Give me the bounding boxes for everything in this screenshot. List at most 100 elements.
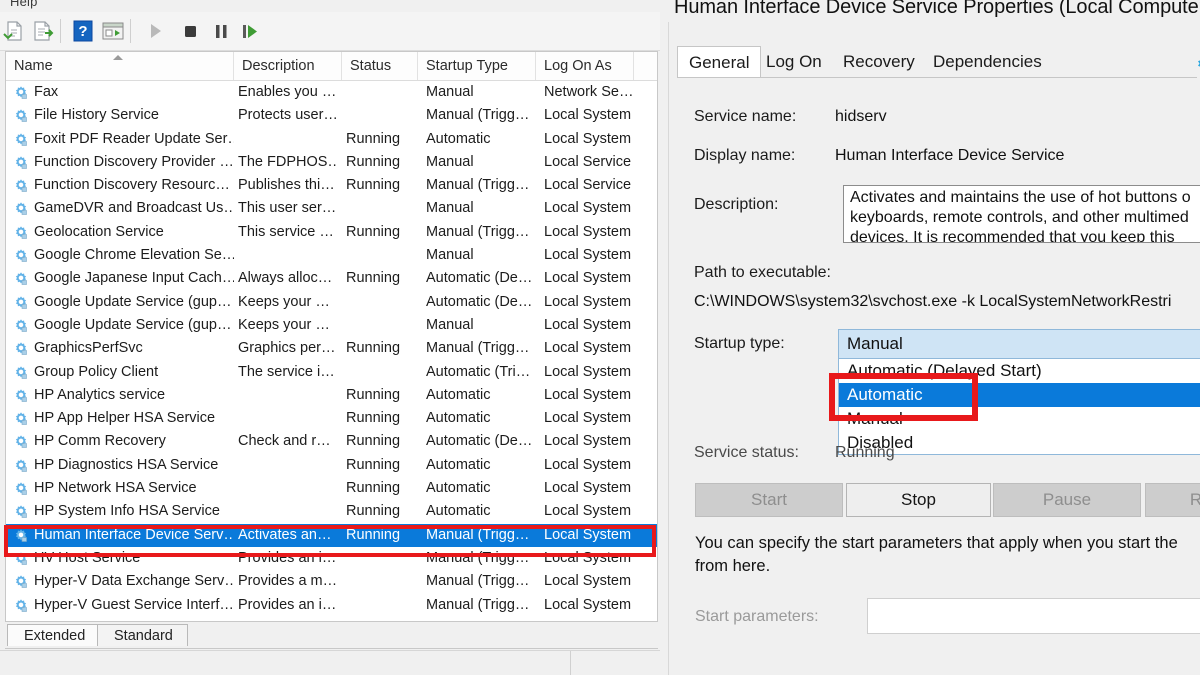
column-header-description[interactable]: Description (234, 52, 342, 80)
tab-recovery[interactable]: Recovery (832, 46, 926, 78)
cell-name: Fax (34, 84, 59, 100)
cell-startup-type: Manual (Trigg… (426, 340, 530, 357)
cell-status (346, 291, 418, 314)
tab-dependencies[interactable]: Dependencies (922, 46, 1053, 78)
tab-log-on[interactable]: Log On (755, 46, 833, 78)
cell-status (346, 104, 418, 127)
table-row[interactable]: HV Host Service Provides an i… Manual (Tri… (6, 547, 657, 570)
help-text-line-2: from here. (695, 557, 771, 575)
cell-description (238, 384, 338, 407)
service-name-label: Service name: (694, 108, 797, 125)
view-tab-strip: Extended Standard (5, 622, 658, 649)
startup-type-combobox[interactable]: Manual (838, 329, 1200, 359)
services-row-container: Fax Enables you … Manual Network Se… File H… (6, 81, 657, 617)
cell-description: Provides an i… (238, 549, 337, 566)
status-bar (0, 650, 660, 675)
cell-description: Protects user… (238, 107, 338, 124)
cell-status (346, 197, 418, 220)
cell-startup-type: Automatic (426, 480, 491, 497)
start-button[interactable]: Start (695, 483, 843, 517)
status-bar-segment-right (570, 651, 660, 675)
start-service-icon[interactable] (142, 18, 168, 44)
table-row[interactable]: HP Analytics service Running Automatic Loca… (6, 384, 657, 407)
table-row[interactable]: Geolocation Service This service … Running… (6, 221, 657, 244)
table-row[interactable]: GameDVR and Broadcast Us… This user ser… M… (6, 197, 657, 220)
startup-type-selected-value: Manual (847, 334, 903, 353)
table-row[interactable]: Google Chrome Elevation Se… Manual Local S… (6, 244, 657, 267)
tab-underline (677, 77, 1197, 78)
table-row[interactable]: Function Discovery Provider … The FDPHOS…… (6, 151, 657, 174)
table-row[interactable]: Google Update Service (gup… Keeps your … M… (6, 314, 657, 337)
pause-button[interactable]: Pause (993, 483, 1141, 517)
table-row[interactable]: Hyper-V Data Exchange Serv… Provides a m…… (6, 570, 657, 593)
display-name-value: Human Interface Device Service (835, 147, 1065, 164)
dropdown-option-manual[interactable]: Manual (839, 407, 1200, 431)
table-row[interactable]: Hyper-V Guest Service Interf… Provides an… (6, 594, 657, 617)
cell-startup-type: Manual (426, 84, 474, 100)
startup-type-dropdown-list[interactable]: Automatic (Delayed Start) Automatic Manu… (838, 359, 1200, 455)
service-gear-icon (13, 132, 29, 148)
cell-name: HV Host Service (34, 549, 141, 566)
cell-log-on-as: Local Service (544, 177, 632, 194)
cell-name: GraphicsPerfSvc (34, 340, 143, 357)
cell-status: Running (346, 153, 401, 170)
dropdown-option-automatic[interactable]: Automatic (839, 383, 1200, 407)
cell-log-on-as: Local System (544, 363, 632, 380)
cell-startup-type: Automatic (De… (426, 270, 533, 287)
table-row[interactable]: Google Japanese Input Cach… Always alloc…… (6, 267, 657, 290)
table-row[interactable]: Google Update Service (gup… Keeps your … A… (6, 291, 657, 314)
gear-icon (1194, 52, 1200, 74)
dropdown-option-automatic-delayed-start[interactable]: Automatic (Delayed Start) (839, 359, 1200, 383)
restart-button[interactable]: Res (1145, 483, 1200, 517)
cell-name: Google Japanese Input Cach… (34, 270, 234, 287)
table-row[interactable]: Fax Enables you … Manual Network Se… (6, 81, 657, 104)
pause-service-icon[interactable] (208, 18, 234, 44)
cell-name: Google Update Service (gup… (34, 293, 232, 310)
table-row[interactable]: HP Comm Recovery Check and r… Running Autom… (6, 430, 657, 453)
table-row[interactable]: File History Service Protects user… Manual… (6, 104, 657, 127)
cell-startup-type: Automatic (Tri… (426, 363, 531, 380)
table-row[interactable]: HP System Info HSA Service Running Automat… (6, 500, 657, 523)
column-header-log-on-as[interactable]: Log On As (536, 52, 634, 80)
tab-standard[interactable]: Standard (97, 624, 188, 646)
service-gear-icon (13, 411, 29, 427)
stop-button[interactable]: Stop (846, 483, 991, 517)
table-row[interactable]: Foxit PDF Reader Update Ser… Running Autom… (6, 128, 657, 151)
sort-ascending-icon (113, 55, 123, 60)
service-gear-icon (13, 434, 29, 450)
cell-name: HP Network HSA Service (34, 480, 197, 497)
cell-description: This service … (238, 223, 334, 240)
display-name-label: Display name: (694, 147, 796, 164)
column-header-status[interactable]: Status (342, 52, 418, 80)
help-icon[interactable]: ? (70, 18, 96, 44)
cell-description: Provides a m… (238, 573, 338, 590)
cell-log-on-as: Local System (544, 293, 632, 310)
cell-startup-type: Automatic (426, 456, 491, 473)
export-file-icon[interactable] (30, 18, 56, 44)
cell-name: Geolocation Service (34, 223, 164, 240)
stop-service-icon[interactable] (177, 18, 203, 44)
column-header-startup-type[interactable]: Startup Type (418, 52, 536, 80)
tab-extended[interactable]: Extended (7, 624, 101, 646)
table-row[interactable]: HP Network HSA Service Running Automatic Lo… (6, 477, 657, 500)
restart-service-icon[interactable] (236, 18, 262, 44)
cell-description: Graphics per… (238, 340, 336, 357)
table-row[interactable]: HP App Helper HSA Service Running Automati… (6, 407, 657, 430)
table-row[interactable]: HP Diagnostics HSA Service Running Automat… (6, 454, 657, 477)
services-list[interactable]: Name Description Status Startup Type Log… (5, 51, 658, 622)
table-row[interactable]: GraphicsPerfSvc Graphics per… Running Manua… (6, 337, 657, 360)
cell-description (238, 477, 338, 500)
table-row[interactable]: Function Discovery Resourc… Publishes thi… (6, 174, 657, 197)
cell-log-on-as: Local System (544, 549, 632, 566)
show-hide-console-tree-icon[interactable] (100, 18, 126, 44)
table-row-selected[interactable]: Human Interface Device Serv… Activates an… (6, 523, 657, 547)
description-textbox[interactable]: Activates and maintains the use of hot b… (843, 185, 1200, 243)
export-list-icon[interactable] (2, 18, 28, 44)
table-row[interactable]: Group Policy Client The service i… Automat… (6, 361, 657, 384)
start-parameters-input[interactable] (867, 598, 1200, 634)
service-gear-icon (13, 341, 29, 357)
cell-log-on-as: Local System (544, 456, 632, 473)
menu-item-help[interactable]: Help (10, 0, 38, 9)
cell-status (346, 594, 418, 617)
tab-general[interactable]: General (677, 46, 762, 78)
